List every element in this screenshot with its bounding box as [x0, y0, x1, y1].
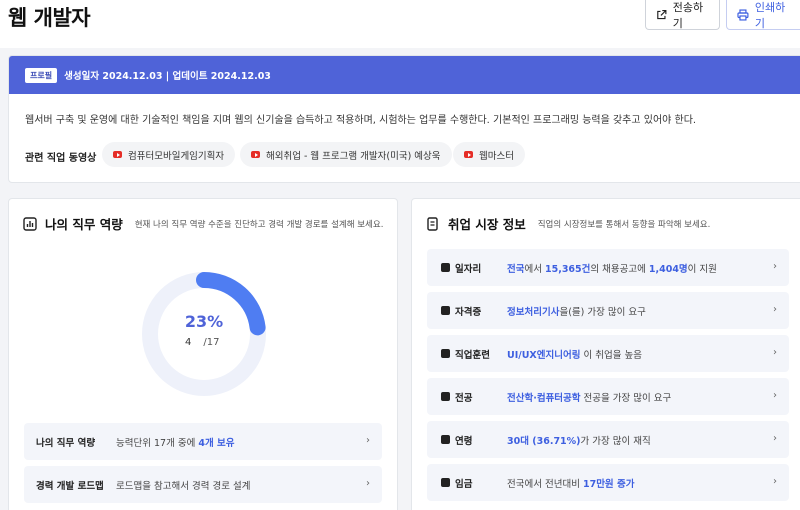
market-row-label: 직업훈련 — [455, 349, 490, 361]
competency-subtitle: 현재 나의 직무 역량 수준을 진단하고 경력 개발 경로를 설계해 보세요. — [134, 219, 384, 230]
video-chip[interactable]: 웹마스터 — [453, 142, 525, 167]
profile-header-bar: 프로필 생성일자 2024.12.03 | 업데이트 2024.12.03 — [9, 56, 800, 94]
chevron-right-icon: › — [773, 433, 777, 444]
video-chip-label: 컴퓨터모바일게임기획자 — [128, 150, 225, 162]
profile-card: 프로필 생성일자 2024.12.03 | 업데이트 2024.12.03 웹서… — [8, 55, 800, 183]
chevron-right-icon: › — [773, 347, 777, 358]
chevron-right-icon: › — [366, 435, 370, 446]
youtube-icon — [251, 151, 260, 158]
profile-badge: 프로필 — [25, 67, 58, 83]
market-subtitle: 직업의 시장정보를 통해서 동향을 파악해 보세요. — [537, 219, 711, 230]
top-bar: 웹 개발자 전송하기 인쇄하기 — [0, 0, 800, 48]
book-icon — [441, 392, 450, 401]
market-row-label: 자격증 — [455, 306, 482, 318]
market-row[interactable]: 임금 전국에서 전년대비 17만원 증가 › — [427, 464, 789, 501]
related-videos-label: 관련 직업 동영상 — [25, 153, 97, 164]
chevron-right-icon: › — [773, 476, 777, 487]
video-chip-label: 웹마스터 — [479, 150, 514, 162]
print-button[interactable]: 인쇄하기 — [726, 0, 800, 30]
job-description: 웹서버 구축 및 운영에 대한 기술적인 책임을 지며 웹의 신기술을 습득하고… — [25, 115, 697, 126]
market-row-text: UI/UX엔지니어링 이 취업을 높음 — [507, 349, 642, 361]
send-label: 전송하기 — [672, 0, 704, 30]
market-row[interactable]: 자격증 정보처리기사을(를) 가장 많이 요구 › — [427, 292, 789, 329]
total-count: /17 — [203, 337, 220, 348]
market-row-label: 일자리 — [455, 263, 482, 275]
market-row[interactable]: 직업훈련 UI/UX엔지니어링 이 취업을 높음 › — [427, 335, 789, 372]
market-row-text: 전산학·컴퓨터공학 전공을 가장 많이 요구 — [507, 392, 672, 404]
printer-icon — [737, 8, 749, 21]
page-title: 웹 개발자 — [8, 6, 91, 30]
youtube-icon — [113, 151, 122, 158]
owned-count: 4 — [185, 337, 192, 348]
chevron-right-icon: › — [366, 478, 370, 489]
market-title: 취업 시장 정보 — [448, 217, 526, 232]
person-icon — [441, 435, 450, 444]
roadmap-row[interactable]: 경력 개발 로드맵 로드맵을 참고해서 경력 경로 설계 › — [24, 466, 382, 503]
competency-donut-chart — [142, 272, 266, 396]
row-text: 능력단위 17개 중에 4개 보유 — [116, 437, 235, 449]
market-row-label: 전공 — [455, 392, 473, 404]
chevron-right-icon: › — [773, 261, 777, 272]
row-text: 로드맵을 참고해서 경력 경로 설계 — [116, 480, 251, 492]
job-market-card: 취업 시장 정보 직업의 시장정보를 통해서 동향을 파악해 보세요. 일자리전… — [411, 198, 800, 510]
competency-row[interactable]: 나의 직무 역량 능력단위 17개 중에 4개 보유 › — [24, 423, 382, 460]
video-chip[interactable]: 해외취업 - 웹 프로그램 개발자(미국) 예상욱 — [240, 142, 452, 167]
profile-dates: 생성일자 2024.12.03 | 업데이트 2024.12.03 — [64, 71, 271, 82]
competency-header: 나의 직무 역량 현재 나의 직무 역량 수준을 진단하고 경력 개발 경로를 … — [23, 214, 383, 233]
video-chip[interactable]: 컴퓨터모바일게임기획자 — [102, 142, 236, 167]
competency-fraction: 4/17 — [185, 337, 219, 348]
won-icon — [441, 478, 450, 487]
row-label: 나의 직무 역량 — [36, 437, 96, 449]
chart-icon — [23, 216, 37, 231]
chevron-right-icon: › — [773, 390, 777, 401]
chevron-right-icon: › — [773, 304, 777, 315]
market-row-label: 임금 — [455, 478, 473, 490]
competency-card: 나의 직무 역량 현재 나의 직무 역량 수준을 진단하고 경력 개발 경로를 … — [8, 198, 398, 510]
send-button[interactable]: 전송하기 — [645, 0, 720, 30]
row-label: 경력 개발 로드맵 — [36, 480, 104, 492]
document-icon — [427, 216, 438, 231]
market-row-text: 전국에서 전년대비 17만원 증가 — [507, 478, 635, 490]
print-label: 인쇄하기 — [754, 0, 786, 30]
market-header: 취업 시장 정보 직업의 시장정보를 통해서 동향을 파악해 보세요. — [426, 214, 710, 233]
market-row[interactable]: 전공 전산학·컴퓨터공학 전공을 가장 많이 요구 › — [427, 378, 789, 415]
pencil-icon — [441, 349, 450, 358]
competency-percent: 23% — [184, 312, 224, 331]
share-icon — [657, 9, 667, 19]
market-row-label: 연령 — [455, 435, 473, 447]
youtube-icon — [464, 151, 473, 158]
briefcase-icon — [441, 263, 450, 272]
market-row-text: 정보처리기사을(를) 가장 많이 요구 — [507, 306, 646, 318]
market-row-text: 전국에서 15,365건의 채용공고에 1,404명이 지원 — [507, 263, 717, 275]
market-row-text: 30대 (36.71%)가 가장 많이 재직 — [507, 435, 651, 447]
competency-title: 나의 직무 역량 — [45, 217, 123, 232]
video-chip-label: 해외취업 - 웹 프로그램 개발자(미국) 예상욱 — [266, 150, 441, 162]
award-icon — [441, 306, 450, 315]
market-row[interactable]: 연령 30대 (36.71%)가 가장 많이 재직 › — [427, 421, 789, 458]
market-row[interactable]: 일자리 전국에서 15,365건의 채용공고에 1,404명이 지원 › — [427, 249, 789, 286]
